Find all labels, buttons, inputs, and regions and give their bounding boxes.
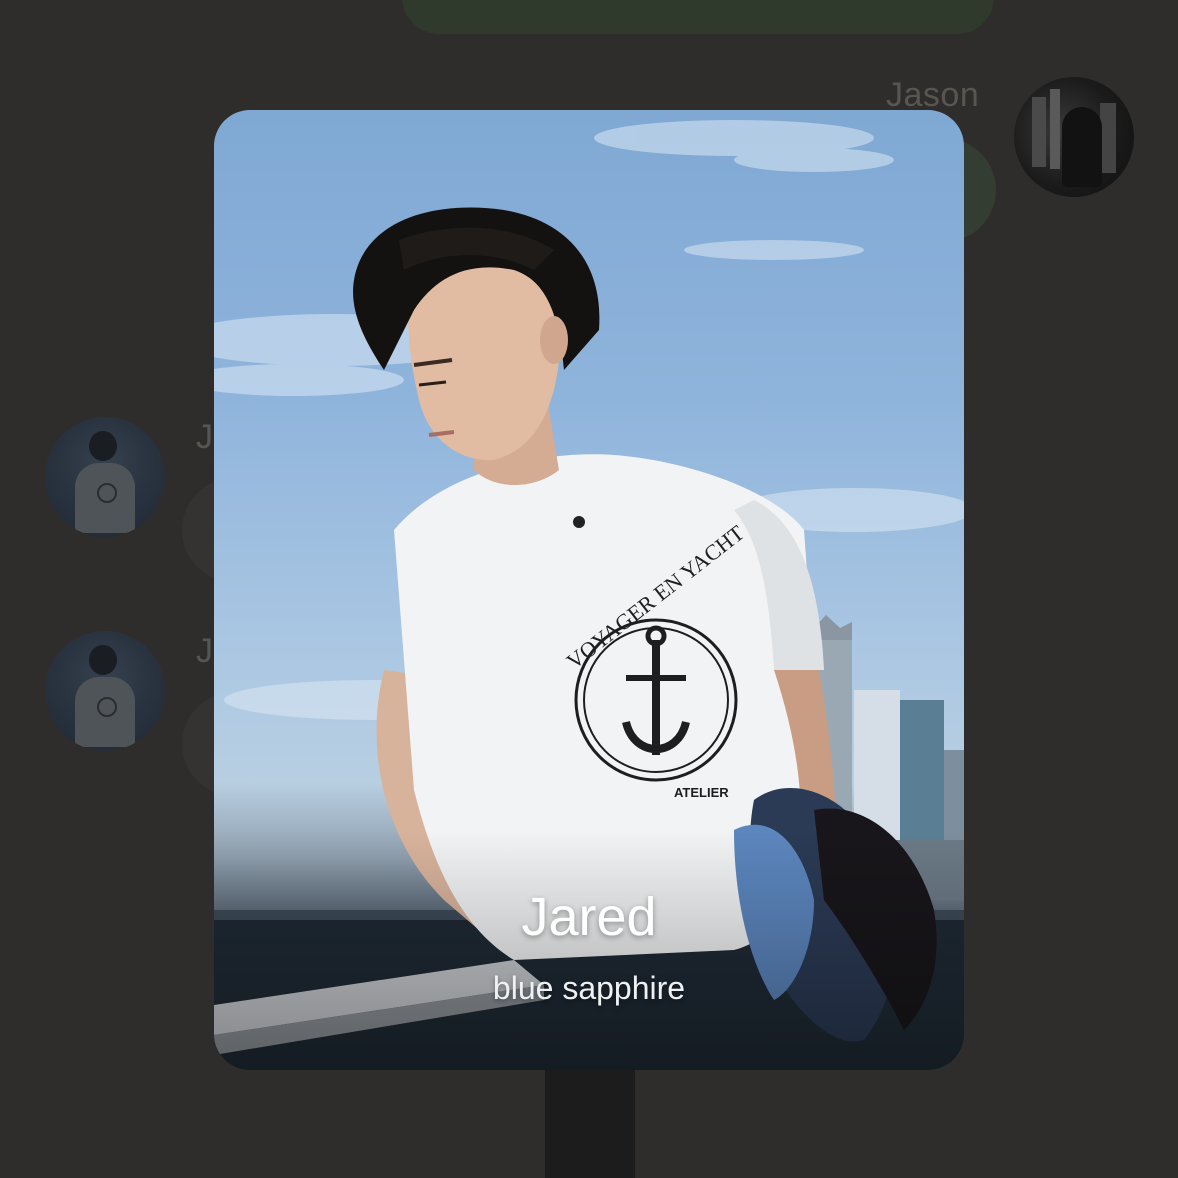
avatar-figure xyxy=(1062,107,1102,187)
avatar-head xyxy=(89,431,117,461)
avatar-shirt-logo xyxy=(97,483,117,503)
avatar-jared[interactable] xyxy=(45,417,165,537)
shirt-text-bottom: ATELIER xyxy=(674,785,729,800)
profile-card[interactable]: VOYAGER EN YACHT ATELIER Jared blue sapp… xyxy=(214,110,964,1070)
avatar-building xyxy=(1100,103,1116,173)
sender-name-truncated: J xyxy=(196,418,213,456)
message-bubble-outgoing[interactable] xyxy=(402,0,994,34)
avatar-shirt-logo xyxy=(97,697,117,717)
profile-name: Jared xyxy=(521,887,657,947)
avatar-building xyxy=(1032,97,1046,167)
chat-screen-dimmed: Jason J J VOYAGER EN YACHT ATELIER Jared… xyxy=(0,0,1178,1178)
avatar-building xyxy=(1050,89,1060,169)
bottom-handle-bar xyxy=(545,1060,635,1178)
sender-name-truncated: J xyxy=(196,632,213,670)
avatar-head xyxy=(89,645,117,675)
profile-status-message: blue sapphire xyxy=(492,970,686,1006)
avatar-jared[interactable] xyxy=(45,631,165,751)
avatar-jason[interactable] xyxy=(1014,77,1134,197)
